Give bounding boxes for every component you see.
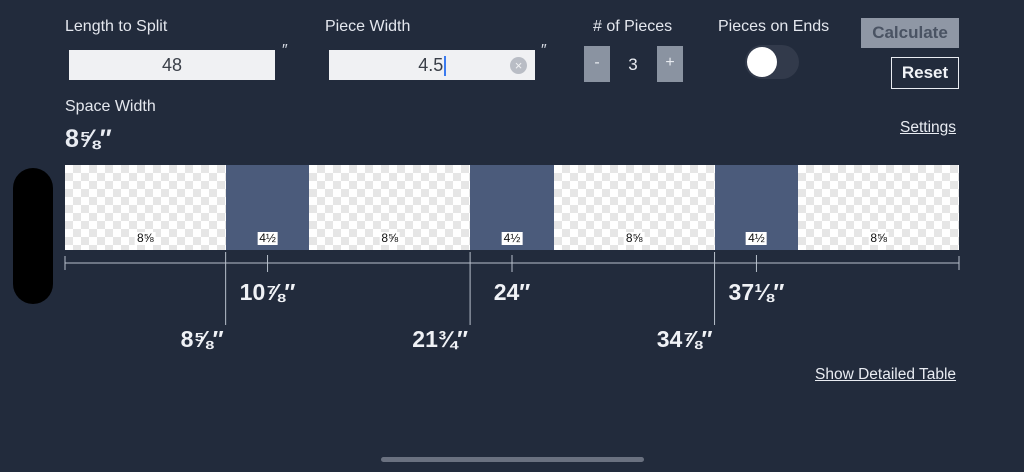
show-detailed-table-link[interactable]: Show Detailed Table [815, 366, 956, 384]
home-indicator [381, 457, 644, 462]
piece-edge-measure: 34⅞″ [656, 326, 713, 352]
piece-edge-measure: 8⅝″ [180, 326, 224, 352]
piece-center-measure: 37⅛″ [728, 279, 785, 305]
piece-center-measure: 24″ [493, 279, 531, 305]
piece-center-measure: 10⅞″ [239, 279, 296, 305]
piece-edge-measure: 21¾″ [412, 326, 469, 352]
ruler [64, 252, 960, 325]
